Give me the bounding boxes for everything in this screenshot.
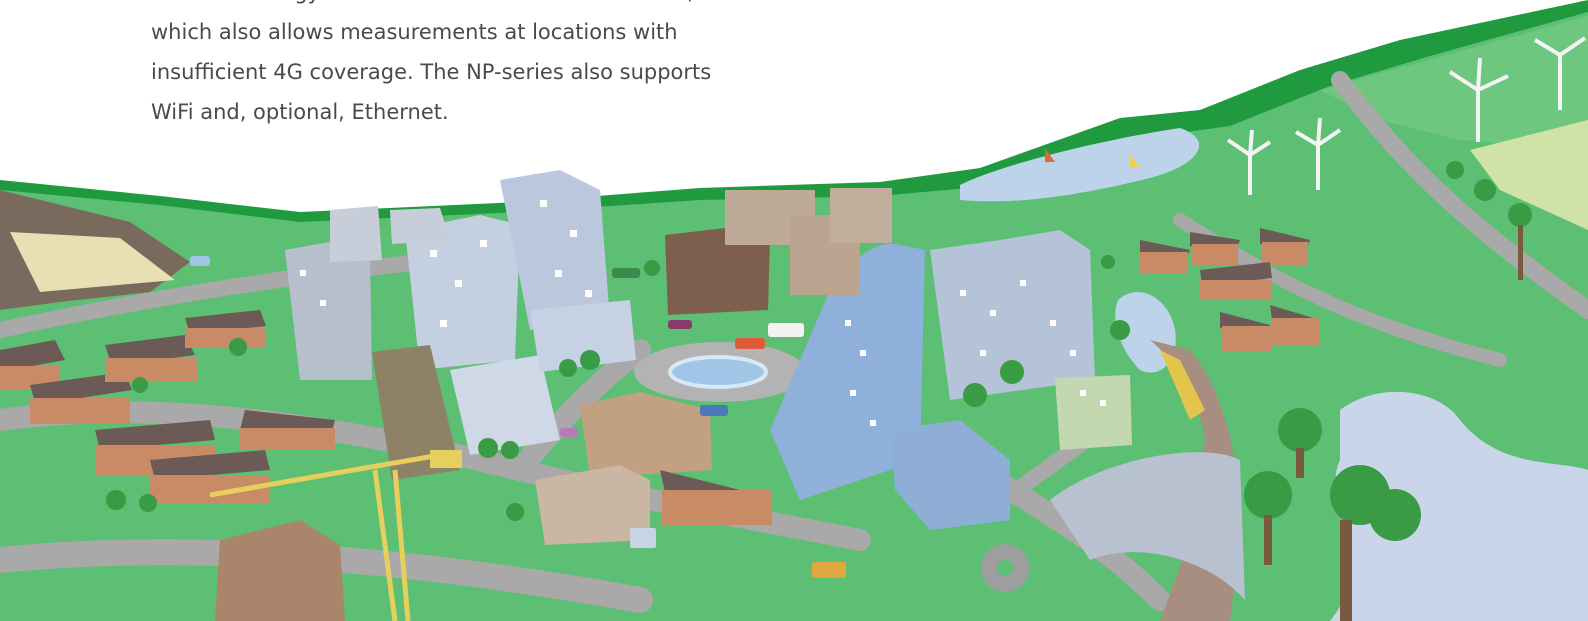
intro-line-1: uses the energy-efficient IoT communicat…	[151, 0, 791, 12]
fountain	[668, 355, 768, 389]
intro-line-3: insufficient 4G coverage. The NP-series …	[151, 60, 712, 84]
intro-line-2: which also allows measurements at locati…	[151, 20, 678, 44]
crane-cab	[430, 450, 462, 468]
intro-paragraph: uses the energy-efficient IoT communicat…	[151, 0, 791, 132]
intro-line-4: WiFi and, optional, Ethernet.	[151, 100, 449, 124]
